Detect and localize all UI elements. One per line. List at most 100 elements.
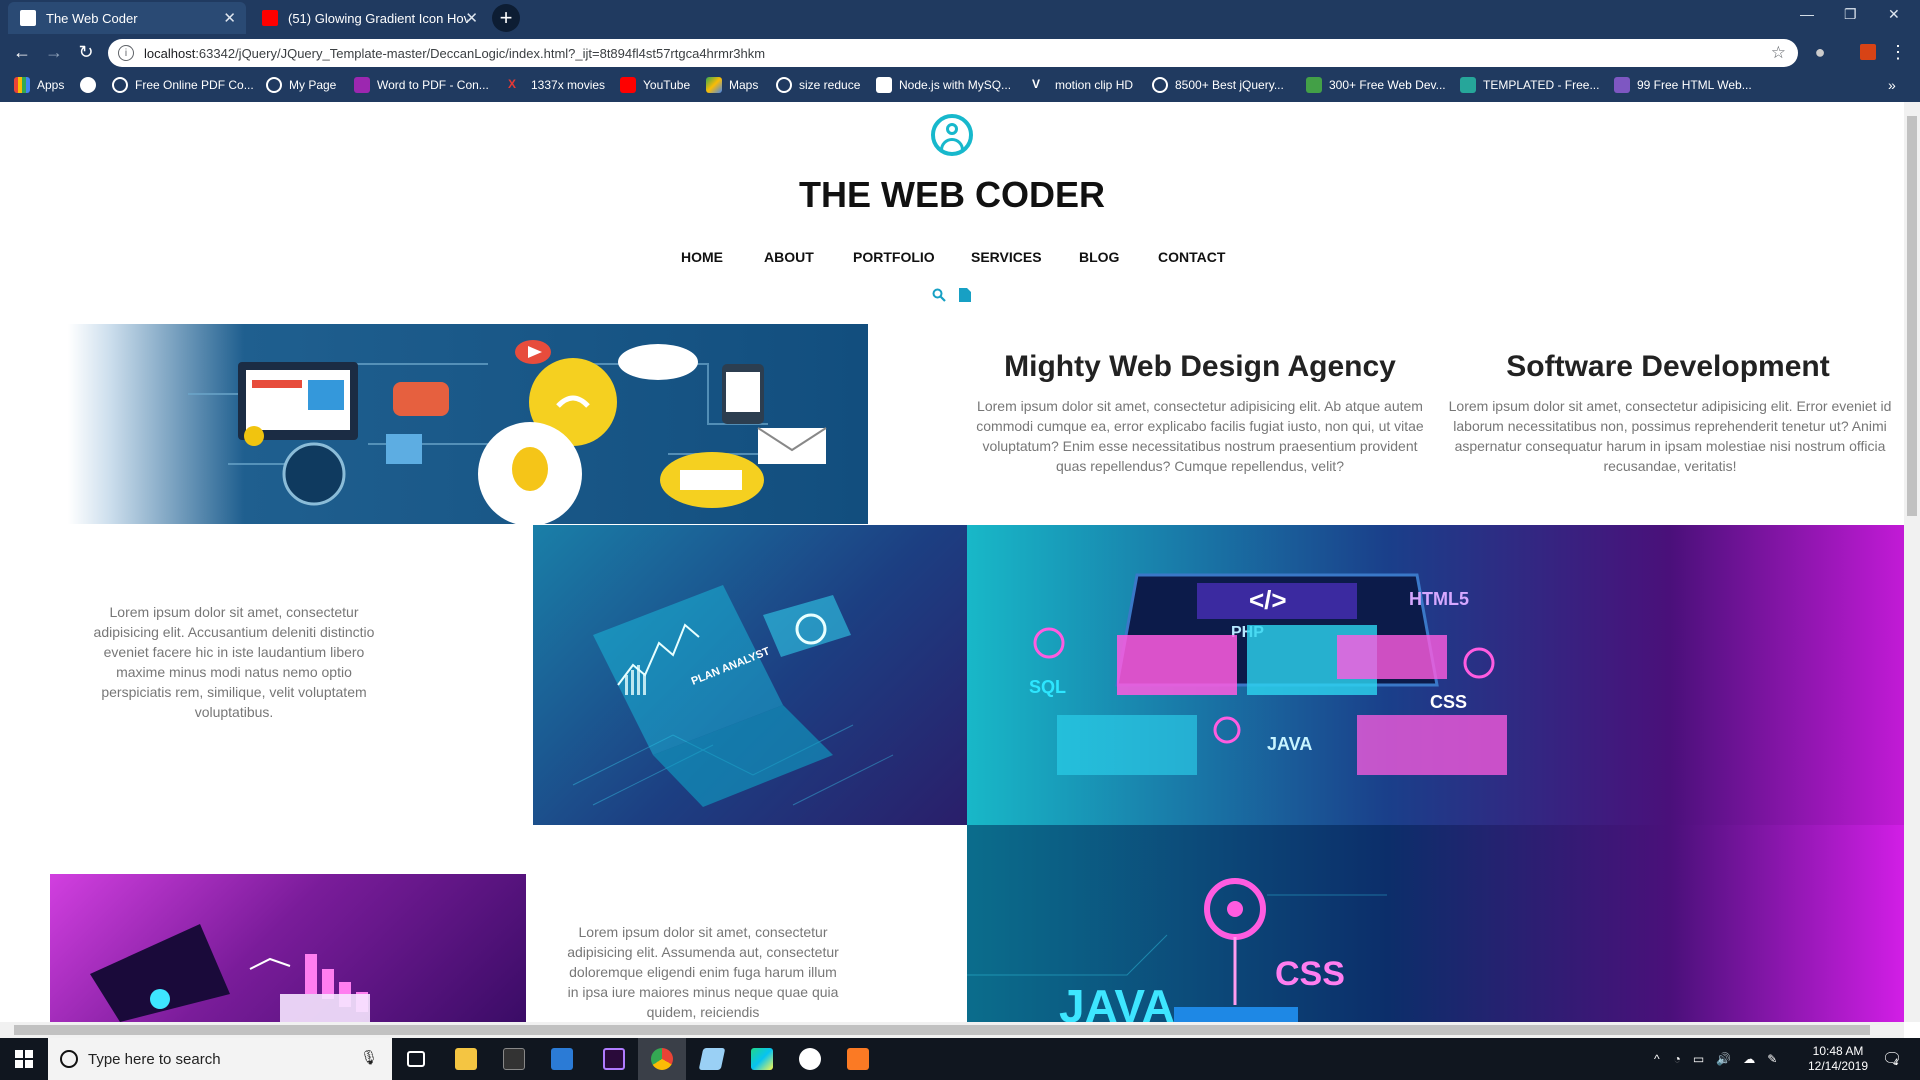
nav-about[interactable]: ABOUT xyxy=(764,249,814,265)
taskbar-search-box[interactable]: Type here to search 🎙 xyxy=(48,1038,392,1080)
bookmark-label: My Page xyxy=(289,78,337,92)
webstorm-button[interactable] xyxy=(738,1038,786,1080)
bookmark-jquery[interactable]: 8500+ Best jQuery... xyxy=(1152,77,1284,93)
bookmark-word-to-pdf[interactable]: Word to PDF - Con... xyxy=(354,77,489,93)
battery-icon[interactable]: ▭ xyxy=(1693,1052,1704,1066)
pen-icon[interactable]: ✎ xyxy=(1767,1052,1777,1066)
nav-portfolio[interactable]: PORTFOLIO xyxy=(853,249,935,265)
java-label: JAVA xyxy=(1267,734,1312,754)
nav-home[interactable]: HOME xyxy=(681,249,723,265)
tab-the-web-coder[interactable]: The Web Coder ✕ xyxy=(8,2,246,34)
restore-icon[interactable]: ❐ xyxy=(1844,6,1857,23)
x-icon: X xyxy=(508,77,517,91)
google-icon xyxy=(80,77,96,93)
action-center-button[interactable]: 🗨 4 xyxy=(1882,1038,1902,1080)
bookmark-label: Apps xyxy=(37,78,65,92)
tab-youtube[interactable]: (51) Glowing Gradient Icon Hove ✕ xyxy=(250,2,488,34)
close-window-icon[interactable]: ✕ xyxy=(1888,6,1900,23)
search-icon[interactable] xyxy=(932,288,946,305)
menu-kebab-icon[interactable]: ⋮ xyxy=(1886,40,1910,64)
forward-arrow-icon[interactable]: → xyxy=(42,40,66,64)
px-icon xyxy=(1306,77,1322,93)
vertical-scrollbar-thumb[interactable] xyxy=(1907,116,1917,516)
windows-logo-icon xyxy=(15,1050,33,1068)
word-to-pdf-icon xyxy=(354,77,370,93)
bookmark-label: Word to PDF - Con... xyxy=(377,78,489,92)
bookmark-label: 1337x movies xyxy=(531,78,606,92)
close-tab-icon[interactable]: ✕ xyxy=(465,9,478,27)
globe-icon xyxy=(112,77,128,93)
volume-icon[interactable]: 🔊 xyxy=(1716,1052,1731,1066)
store-button[interactable] xyxy=(538,1038,586,1080)
css-label-2: CSS xyxy=(1275,955,1345,993)
chevron-up-icon[interactable]: ^ xyxy=(1654,1052,1660,1066)
plan-analyst-laptop-illustration: PLAN ANALYST xyxy=(533,525,967,825)
bookmark-nodejs-mysql[interactable]: Node.js with MySQ... xyxy=(876,77,1011,93)
xampp-icon xyxy=(847,1048,869,1070)
windows-start-button[interactable] xyxy=(0,1038,48,1080)
task-view-button[interactable] xyxy=(392,1038,440,1080)
bookmark-label: Maps xyxy=(729,78,759,92)
notifications-icon: 🗨 xyxy=(1882,1051,1903,1068)
file-explorer-button[interactable] xyxy=(442,1038,490,1080)
mongodb-button[interactable] xyxy=(786,1038,834,1080)
bookmarks-bar: Apps Free Online PDF Co... My Page Word … xyxy=(0,70,1920,102)
chrome-icon xyxy=(651,1048,673,1070)
profile-icon[interactable] xyxy=(1856,40,1880,64)
bookmark-apps[interactable]: Apps xyxy=(14,77,64,93)
xampp-button[interactable] xyxy=(834,1038,882,1080)
store-icon xyxy=(551,1048,573,1070)
task-view-icon xyxy=(407,1051,425,1067)
bookmark-motion-clip[interactable]: V motion clip HD xyxy=(1032,77,1133,93)
bookmark-templated[interactable]: TEMPLATED - Free... xyxy=(1460,77,1599,93)
blurb-one: Lorem ipsum dolor sit amet, consectetur … xyxy=(93,604,375,720)
chrome-button[interactable] xyxy=(638,1038,686,1080)
horizontal-scrollbar[interactable] xyxy=(0,1022,1904,1038)
new-tab-button[interactable]: + xyxy=(492,4,520,32)
bookmark-label: Free Online PDF Co... xyxy=(135,78,254,92)
bookmark-free-online-pdf[interactable]: Free Online PDF Co... xyxy=(112,77,254,93)
colorlib-icon xyxy=(1614,77,1630,93)
premiere-button[interactable] xyxy=(590,1038,638,1080)
nav-blog[interactable]: BLOG xyxy=(1079,249,1119,265)
bookmark-99-free-html[interactable]: 99 Free HTML Web... xyxy=(1614,77,1752,93)
bookmark-1337x[interactable]: X 1337x movies xyxy=(508,77,605,93)
microphone-icon[interactable]: 🎙 xyxy=(360,1049,378,1066)
document-icon[interactable] xyxy=(959,288,971,305)
browser-chrome: The Web Coder ✕ (51) Glowing Gradient Ic… xyxy=(0,0,1920,102)
reload-icon[interactable]: ↻ xyxy=(74,40,98,64)
user-logo-icon[interactable] xyxy=(931,114,973,156)
url-host: localhost xyxy=(144,45,196,61)
onedrive-icon[interactable]: ☁ xyxy=(1743,1052,1755,1066)
nav-contact[interactable]: CONTACT xyxy=(1158,249,1225,265)
bookmark-star-icon[interactable]: ☆ xyxy=(1771,43,1786,63)
clock-date: 12/14/2019 xyxy=(1807,1059,1869,1073)
notepad-icon xyxy=(698,1048,726,1070)
extension-icon[interactable]: ● xyxy=(1808,40,1832,64)
apps-grid-icon xyxy=(14,77,30,93)
more-bookmarks-icon[interactable]: » xyxy=(1888,77,1896,93)
bookmark-free-web-dev[interactable]: 300+ Free Web Dev... xyxy=(1306,77,1446,93)
vertical-scrollbar[interactable] xyxy=(1904,102,1920,1022)
windows-taskbar: Type here to search 🎙 ^ ◔ ▭ 🔊 ☁ ✎ 10:48 … xyxy=(0,1038,1920,1080)
globe-icon xyxy=(776,77,792,93)
bookmark-label: motion clip HD xyxy=(1055,78,1134,92)
taskbar-clock[interactable]: 10:48 AM 12/14/2019 xyxy=(1798,1044,1878,1074)
horizontal-scrollbar-thumb[interactable] xyxy=(14,1025,1870,1035)
bookmark-youtube[interactable]: YouTube xyxy=(620,77,690,93)
minimize-icon[interactable]: — xyxy=(1800,6,1814,22)
bookmark-label: 99 Free HTML Web... xyxy=(1637,78,1752,92)
network-icon[interactable]: ◔ xyxy=(1674,1052,1681,1066)
address-bar[interactable]: i localhost:63342/jQuery/JQuery_Template… xyxy=(108,39,1798,67)
back-arrow-icon[interactable]: ← xyxy=(10,40,34,64)
info-icon[interactable]: i xyxy=(118,45,134,61)
bookmark-maps[interactable]: Maps xyxy=(706,77,758,93)
w3schools-icon xyxy=(876,77,892,93)
nav-services[interactable]: SERVICES xyxy=(971,249,1042,265)
close-tab-icon[interactable]: ✕ xyxy=(223,9,236,27)
terminal-button[interactable] xyxy=(490,1038,538,1080)
notepad-button[interactable] xyxy=(688,1038,736,1080)
bookmark-my-page[interactable]: My Page xyxy=(266,77,336,93)
bookmark-google[interactable] xyxy=(80,77,103,93)
bookmark-size-reduce[interactable]: size reduce xyxy=(776,77,860,93)
